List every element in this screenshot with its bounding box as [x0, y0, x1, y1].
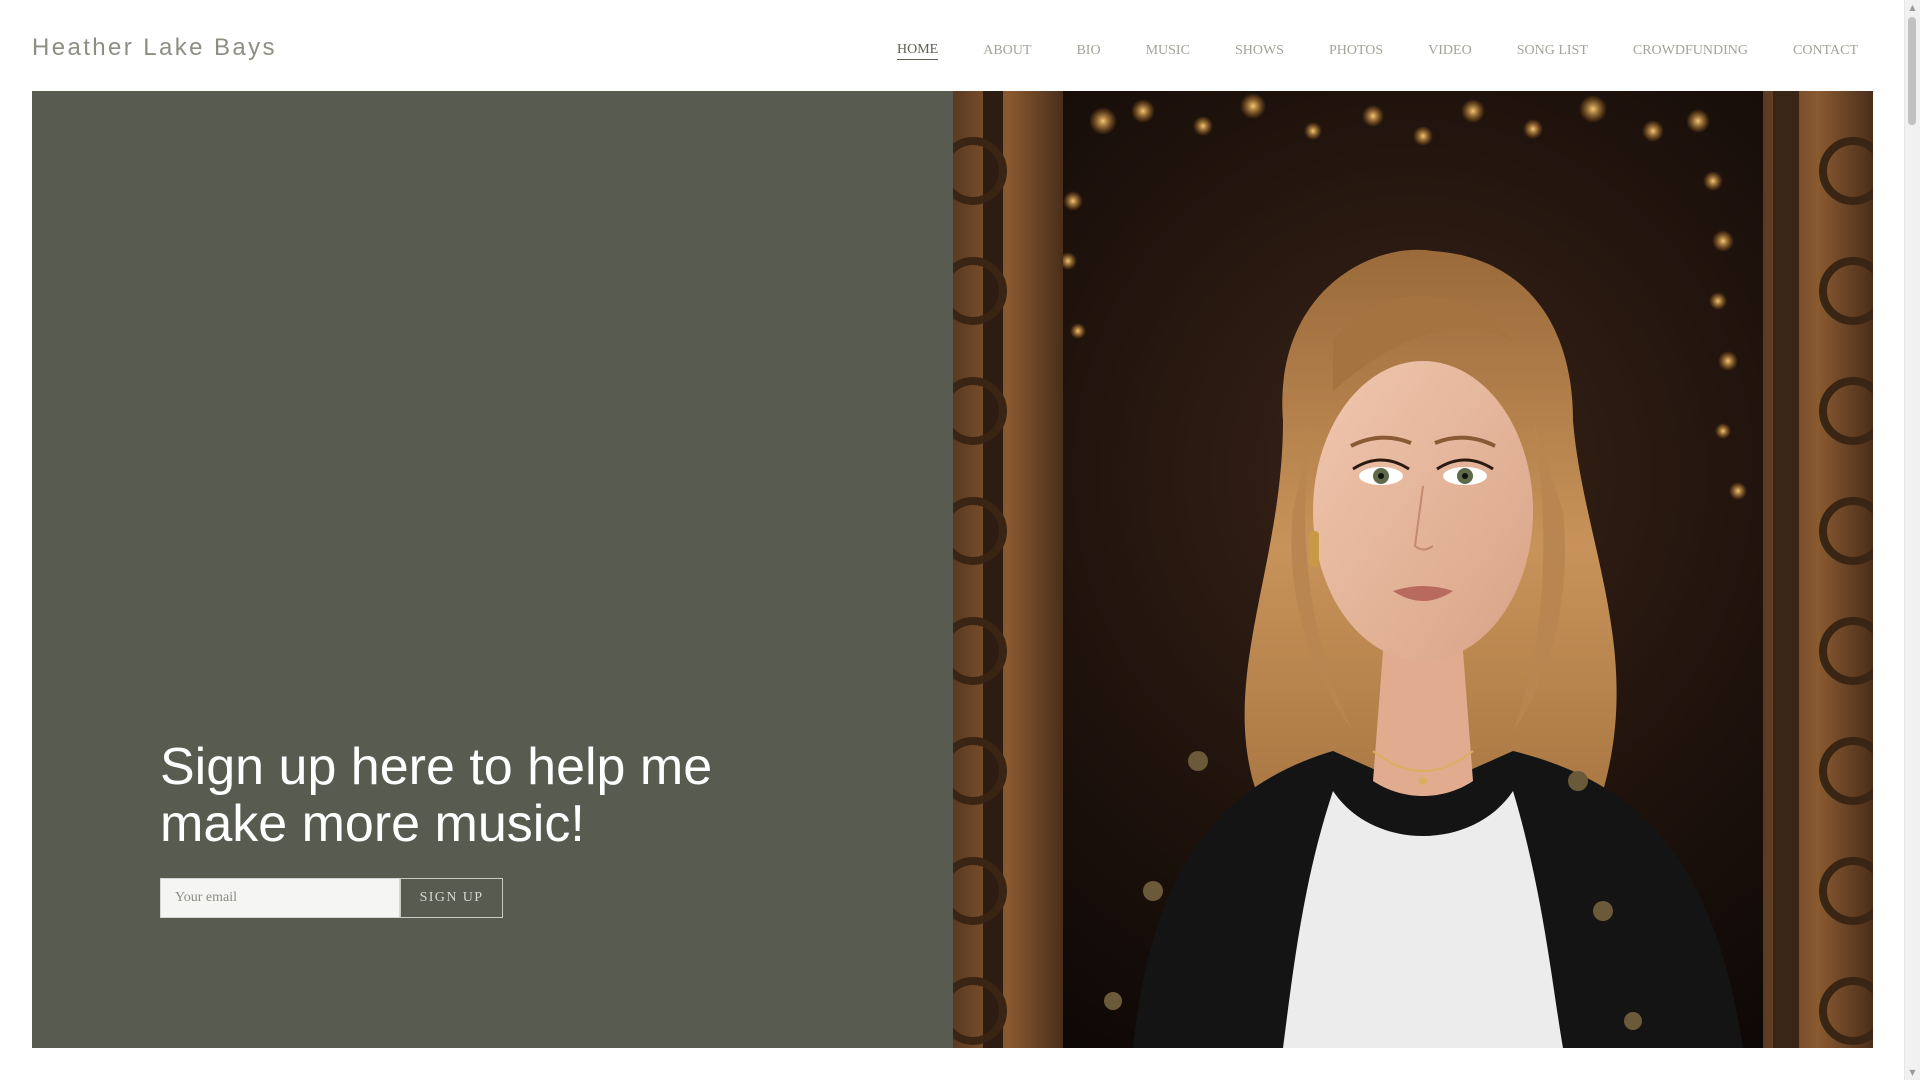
- site-header: Heather Lake Bays HOME ABOUT BIO MUSIC S…: [0, 0, 1905, 91]
- signup-button[interactable]: SIGN UP: [400, 878, 503, 918]
- nav-item-music[interactable]: MUSIC: [1146, 42, 1190, 60]
- scrollbar-thumb[interactable]: [1908, 17, 1916, 125]
- triangle-up-icon[interactable]: ▲: [1905, 0, 1920, 15]
- main-nav: HOME ABOUT BIO MUSIC SHOWS PHOTOS VIDEO …: [896, 41, 1858, 60]
- nav-item-shows[interactable]: SHOWS: [1235, 42, 1284, 60]
- nav-item-crowdfunding[interactable]: CROWDFUNDING: [1633, 42, 1748, 60]
- portrait-illustration: [953, 91, 1873, 1048]
- nav-item-bio[interactable]: BIO: [1076, 42, 1100, 60]
- nav-item-song-list[interactable]: SONG LIST: [1517, 42, 1588, 60]
- page-scrollbar[interactable]: ▲ ▼: [1904, 0, 1920, 1080]
- nav-item-contact[interactable]: CONTACT: [1793, 42, 1858, 60]
- signup-form: SIGN UP: [160, 878, 503, 918]
- nav-item-video[interactable]: VIDEO: [1428, 42, 1472, 60]
- signup-heading: Sign up here to help me make more music!: [160, 738, 713, 853]
- signup-panel: Sign up here to help me make more music!…: [32, 91, 953, 1048]
- email-input[interactable]: [160, 878, 400, 918]
- nav-item-photos[interactable]: PHOTOS: [1329, 42, 1383, 60]
- artist-portrait-photo: [953, 91, 1873, 1048]
- triangle-down-icon[interactable]: ▼: [1905, 1065, 1920, 1080]
- nav-item-about[interactable]: ABOUT: [983, 42, 1031, 60]
- nav-item-home[interactable]: HOME: [896, 41, 939, 60]
- site-title-link[interactable]: Heather Lake Bays: [32, 34, 277, 62]
